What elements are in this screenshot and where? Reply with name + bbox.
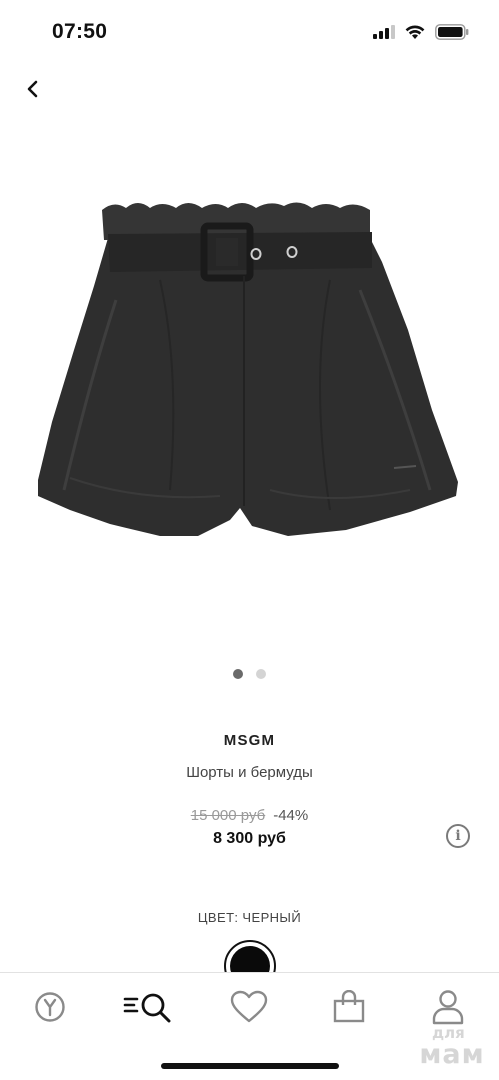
discount-badge: -44% (273, 807, 309, 824)
price-row: 15 000 руб -44% (0, 807, 499, 824)
home-indicator (161, 1063, 339, 1069)
old-price: 15 000 руб (190, 807, 266, 824)
shorts-image (38, 202, 458, 536)
tab-catalog-search[interactable] (123, 987, 173, 1027)
back-button[interactable] (18, 74, 48, 104)
product-name: Шорты и бермуды (186, 764, 313, 781)
user-icon (432, 990, 464, 1025)
tab-profile[interactable] (423, 987, 473, 1027)
tab-favorites[interactable] (224, 987, 274, 1027)
current-price: 8 300 руб (213, 830, 286, 847)
pager-dot-active[interactable] (233, 669, 243, 679)
tab-cart[interactable] (324, 987, 374, 1027)
chevron-left-icon (27, 80, 38, 98)
menu-search-icon (123, 993, 171, 1023)
battery-icon (435, 24, 469, 40)
status-icons (373, 24, 469, 40)
info-button[interactable]: i (446, 824, 470, 848)
product-image[interactable] (30, 190, 470, 550)
watermark-bottom: мам (419, 1039, 485, 1070)
watermark: для мам (412, 1026, 492, 1070)
product-brand[interactable]: MSGM (0, 732, 499, 749)
tab-home[interactable] (25, 987, 75, 1027)
pager-dot[interactable] (256, 669, 266, 679)
brand-logo-icon (35, 992, 65, 1022)
wifi-icon (405, 24, 425, 39)
signal-icon (373, 25, 395, 39)
info-icon: i (455, 828, 461, 844)
status-bar: 07:50 (0, 0, 499, 64)
status-time: 07:50 (52, 20, 108, 43)
heart-icon (230, 990, 268, 1023)
shopping-bag-icon (333, 990, 365, 1023)
color-label: ЦВЕТ: ЧЕРНЫЙ (197, 910, 302, 925)
image-pager (0, 669, 499, 679)
